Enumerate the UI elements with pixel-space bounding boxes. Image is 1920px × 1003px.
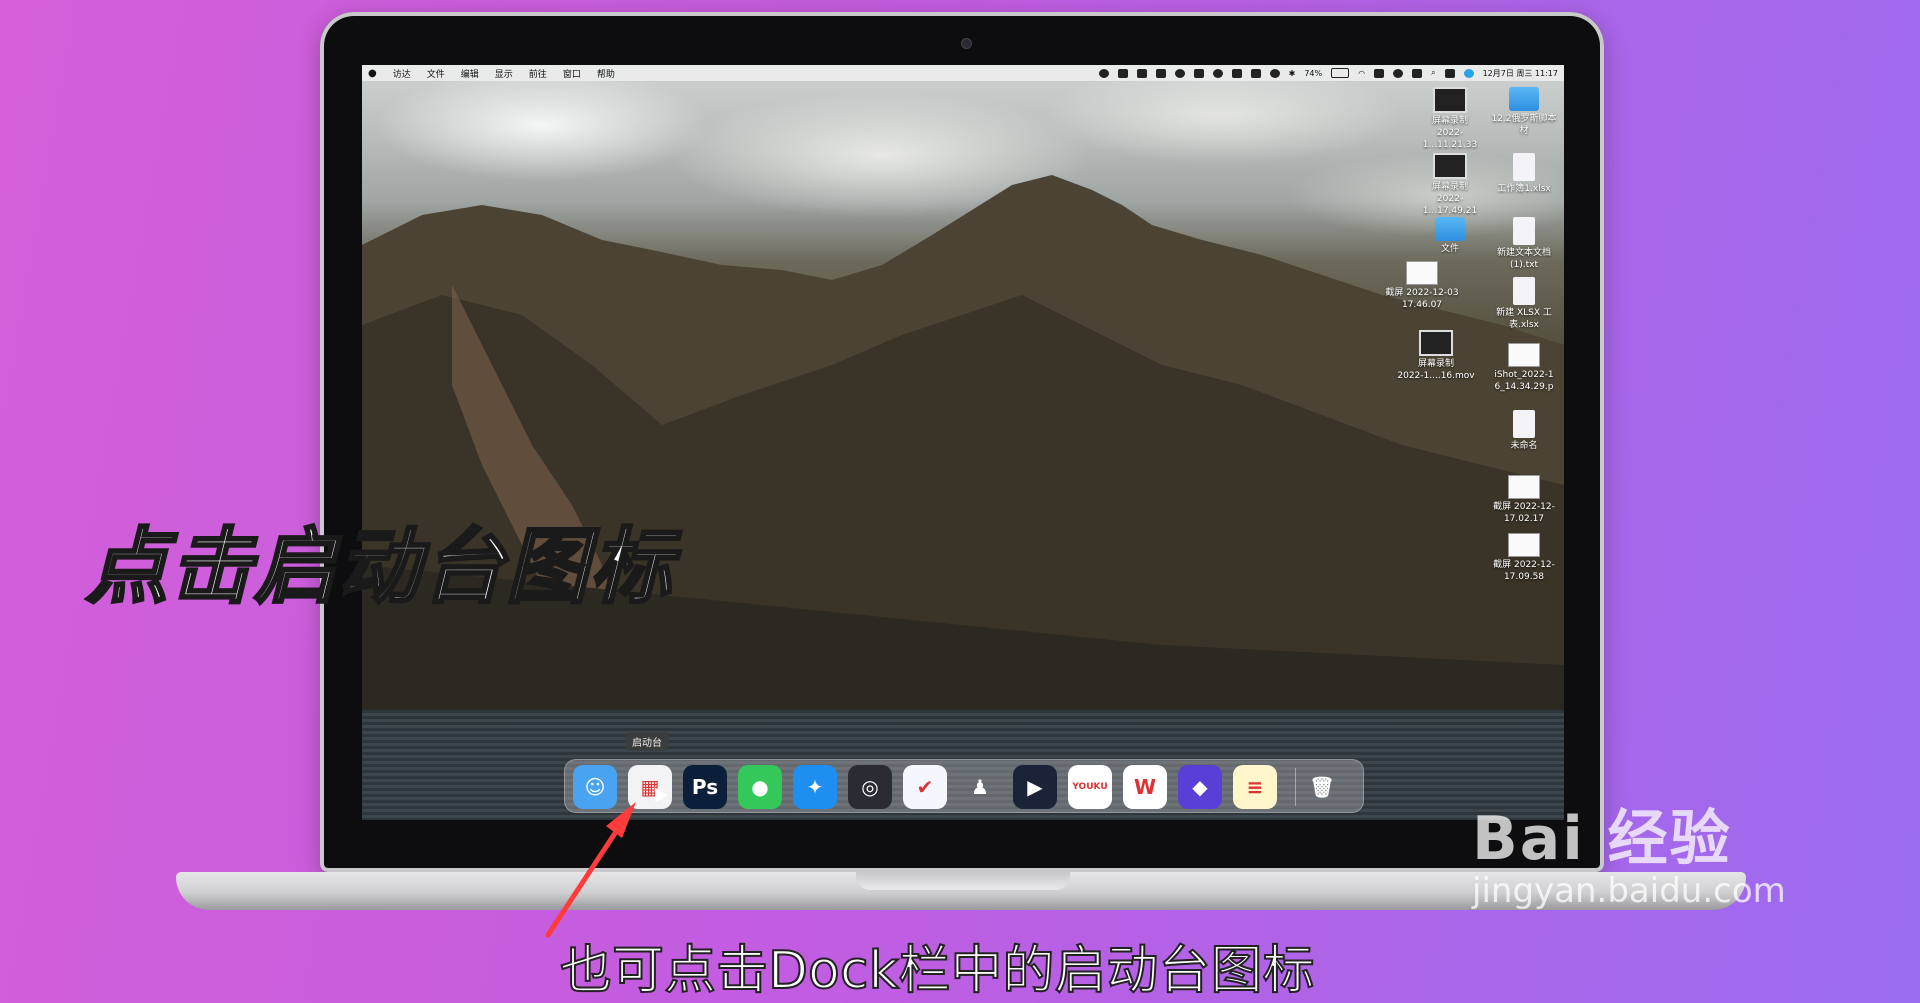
subtitle-caption: 也可点击Dock栏中的启动台图标	[559, 940, 1316, 1002]
watermark-logo: Bai 经验	[1472, 804, 1732, 874]
watermark-url: jingyan.baidu.com	[1472, 871, 1786, 911]
baidu-watermark: Bai 经验 jingyan.baidu.com	[1472, 790, 1786, 911]
headline-caption: 点击启动台图标	[85, 519, 674, 617]
